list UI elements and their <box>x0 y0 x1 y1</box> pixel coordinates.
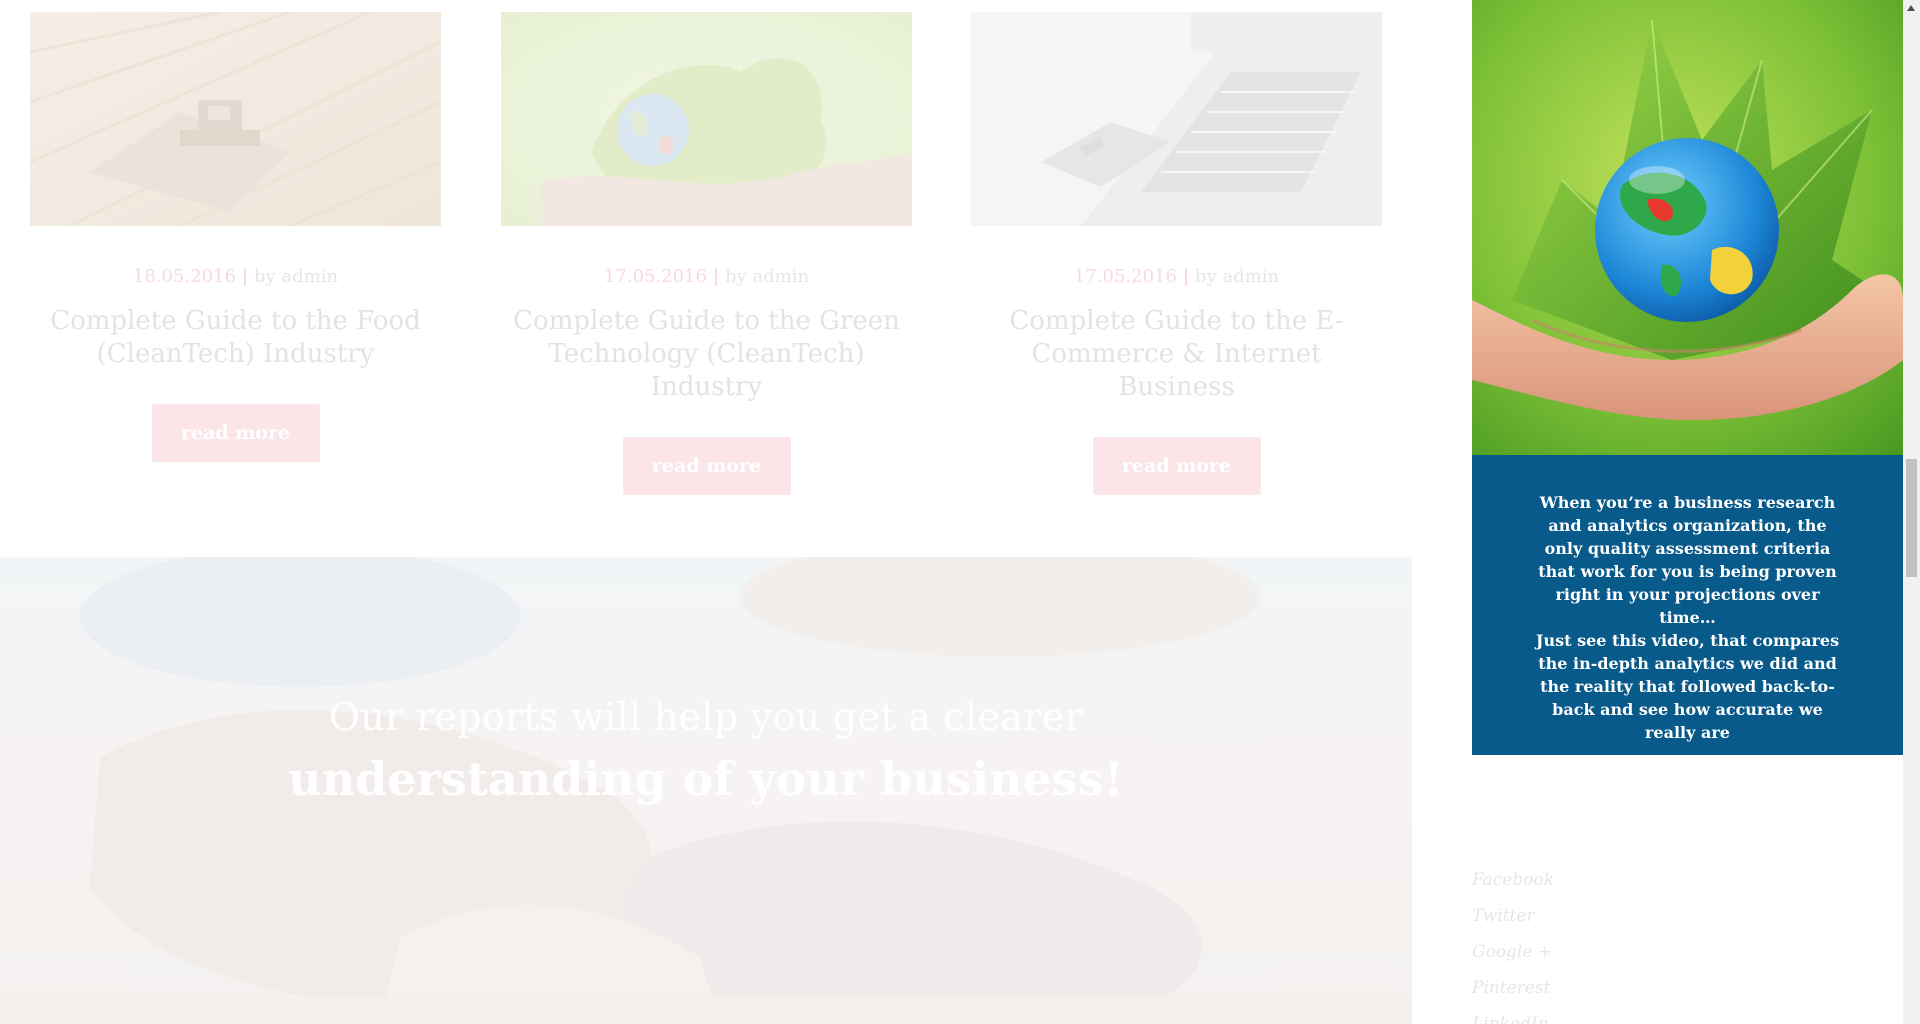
meta-separator: | <box>712 266 720 287</box>
globe-leaf-image <box>501 12 912 226</box>
blog-card: 17.05.2016 | by admin Complete Guide to th… <box>501 12 912 494</box>
post-author[interactable]: by admin <box>1195 266 1279 287</box>
post-author[interactable]: by admin <box>254 266 338 287</box>
hero-banner: Our reports will help you get a clearer … <box>0 557 1412 1024</box>
card-image-globe[interactable] <box>501 12 912 226</box>
read-more-button[interactable]: read more <box>623 438 790 494</box>
hand-globe-image <box>1472 0 1903 455</box>
meta-separator: | <box>241 266 249 287</box>
social-link-linkedin[interactable]: LinkedIn <box>1472 1006 1772 1024</box>
card-image-laptop[interactable] <box>971 12 1382 226</box>
blog-card: 18.05.2016 | by admin Complete Guide to th… <box>30 12 441 461</box>
post-title[interactable]: Complete Guide to the Green Technology (… <box>511 305 902 404</box>
hero-text: Our reports will help you get a clearer … <box>0 693 1412 809</box>
sidebar-image <box>1472 0 1903 455</box>
read-more-button[interactable]: read more <box>152 405 319 461</box>
read-more-button[interactable]: read more <box>1093 438 1260 494</box>
social-link-facebook[interactable]: Facebook <box>1472 862 1772 898</box>
page: 18.05.2016 | by admin Complete Guide to th… <box>0 0 1920 1024</box>
sidebar-paragraph-2: Just see this video, that compares the i… <box>1535 631 1840 742</box>
sidebar-paragraph-1: When you’re a business research and anal… <box>1538 493 1837 627</box>
post-author[interactable]: by admin <box>725 266 809 287</box>
social-link-twitter[interactable]: Twitter <box>1472 898 1772 934</box>
card-meta: 17.05.2016 | by admin <box>971 266 1382 288</box>
laptop-image <box>971 12 1382 226</box>
social-links: Facebook Twitter Google + Pinterest Link… <box>1472 862 1772 1024</box>
post-title[interactable]: Complete Guide to the Food (CleanTech) I… <box>40 305 431 371</box>
blog-card: 17.05.2016 | by admin Complete Guide to th… <box>971 12 1382 494</box>
card-meta: 17.05.2016 | by admin <box>501 266 912 288</box>
social-link-pinterest[interactable]: Pinterest <box>1472 970 1772 1006</box>
hero-heading-line2: understanding of your business! <box>288 752 1124 806</box>
card-meta: 18.05.2016 | by admin <box>30 266 441 288</box>
post-date: 17.05.2016 <box>1073 266 1177 287</box>
post-date: 18.05.2016 <box>132 266 236 287</box>
card-image-harvester[interactable] <box>30 12 441 226</box>
scroll-up-arrow-icon[interactable] <box>1903 0 1920 17</box>
social-link-google-plus[interactable]: Google + <box>1472 934 1772 970</box>
scrollbar-thumb[interactable] <box>1906 459 1917 577</box>
vertical-scrollbar[interactable] <box>1903 0 1920 1024</box>
meta-separator: | <box>1182 266 1190 287</box>
post-date: 17.05.2016 <box>603 266 707 287</box>
hero-heading-line1: Our reports will help you get a clearer <box>328 695 1084 739</box>
post-title[interactable]: Complete Guide to the E-Commerce & Inter… <box>981 305 1372 404</box>
sidebar-promo-box: When you’re a business research and anal… <box>1472 455 1903 755</box>
harvester-image <box>30 12 441 226</box>
